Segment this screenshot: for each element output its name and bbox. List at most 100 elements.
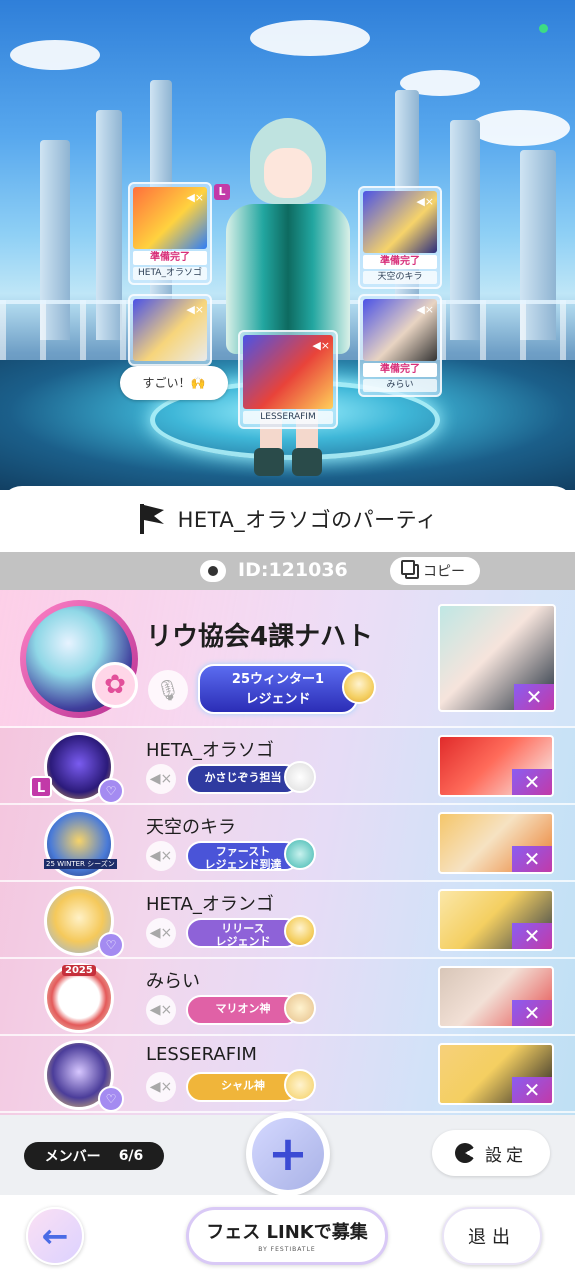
x-rank-icon: ✕: [512, 923, 552, 949]
character-thumbnail[interactable]: ✕: [438, 889, 554, 951]
cloud: [470, 110, 570, 146]
title-plate-character: [284, 761, 316, 793]
character-thumbnail[interactable]: ✕: [438, 966, 554, 1028]
member-list: ✿ リウ協会4課ナハト 🎙 25ウィンター1 レジェンド ✕ L ♡ HETA_…: [0, 590, 575, 1115]
invite-add-button[interactable]: +: [246, 1112, 330, 1196]
member-row[interactable]: L ♡ HETA_オラソゴ ◀× かさじぞう担当 ✕: [0, 728, 575, 805]
friend-heart-icon: ♡: [98, 1086, 124, 1112]
x-rank-icon: ✕: [512, 1000, 552, 1026]
player-card-heta-orango[interactable]: ◀×: [128, 294, 212, 366]
avatar-face: [264, 148, 312, 198]
character-thumbnail[interactable]: ✕: [438, 735, 554, 797]
title-plate-line: ファースト: [215, 845, 271, 858]
speaker-muted-icon[interactable]: ◀×: [146, 841, 176, 871]
bottom-bar: ← フェス LINKで募集 BY FESTIBATLE 退出: [0, 1195, 575, 1280]
title-plate-character: [284, 915, 316, 947]
member-count-badge: メンバー 6/6: [24, 1142, 164, 1170]
title-plate[interactable]: ファースト レジェンド到達: [186, 841, 300, 871]
title-plate-line: 25ウィンター1: [231, 672, 325, 687]
sakura-badge-icon: ✿: [92, 662, 138, 708]
settings-label: 設定: [485, 1145, 527, 1166]
member-name: HETA_オラソゴ: [146, 740, 274, 761]
member-row[interactable]: 25 WINTER シーズン 天空のキラ ◀× ファースト レジェンド到達 ✕: [0, 805, 575, 882]
member-name: みらい: [146, 971, 200, 992]
fes-link-recruit-button[interactable]: フェス LINKで募集 BY FESTIBATLE: [186, 1207, 388, 1265]
player-card-tenku-no-kira[interactable]: ◀× 準備完了 天空のキラ: [358, 186, 442, 289]
leader-badge: L: [214, 184, 230, 200]
leader-badge: L: [30, 776, 52, 798]
member-name: HETA_オランゴ: [146, 894, 274, 915]
speaker-muted-icon: ◀×: [416, 303, 434, 316]
title-plate-character: [284, 1069, 316, 1101]
title-plate-character: [342, 670, 376, 704]
ready-status: 準備完了: [363, 363, 437, 377]
player-portrait: ◀×: [363, 191, 437, 253]
speaker-muted-icon[interactable]: ◀×: [146, 764, 176, 794]
party-header: HETA_オラソゴのパーティ: [0, 486, 575, 552]
player-portrait: ◀×: [133, 187, 207, 249]
player-name: みらい: [363, 379, 437, 392]
title-plate[interactable]: シャル神: [186, 1072, 300, 1102]
player-card-mirai[interactable]: ◀× 準備完了 みらい: [358, 294, 442, 397]
member-row-host[interactable]: ✿ リウ協会4課ナハト 🎙 25ウィンター1 レジェンド ✕: [0, 590, 575, 728]
party-id: ID:121036: [238, 559, 348, 581]
x-rank-icon: ✕: [512, 846, 552, 872]
player-portrait: ◀×: [133, 299, 207, 361]
character-thumbnail[interactable]: ✕: [438, 812, 554, 874]
player-card-lesserafim[interactable]: ◀× LESSERAFIM: [238, 330, 338, 429]
member-count-label: メンバー: [44, 1149, 101, 1165]
speaker-muted-icon[interactable]: ◀×: [146, 918, 176, 948]
title-plate-line: リリース: [221, 922, 265, 935]
player-name: 天空のキラ: [363, 271, 437, 284]
cloud: [10, 40, 100, 70]
speaker-muted-icon[interactable]: ◀×: [146, 995, 176, 1025]
x-rank-icon: ✕: [514, 684, 554, 710]
friend-heart-icon: ♡: [98, 932, 124, 958]
x-rank-icon: ✕: [512, 769, 552, 795]
speaker-muted-icon[interactable]: ◀×: [146, 1072, 176, 1102]
title-plate[interactable]: リリース レジェンド: [186, 918, 300, 948]
character-thumbnail[interactable]: ✕: [438, 604, 556, 712]
friend-heart-icon: ♡: [98, 778, 124, 804]
avatar-boot: [254, 448, 284, 476]
member-row[interactable]: ♡ HETA_オランゴ ◀× リリース レジェンド ✕: [0, 882, 575, 959]
title-plate[interactable]: マリオン神: [186, 995, 300, 1025]
member-name: LESSERAFIM: [146, 1044, 257, 1065]
player-portrait: ◀×: [243, 335, 333, 409]
speaker-muted-icon: ◀×: [416, 195, 434, 208]
avatar-boot: [292, 448, 322, 476]
member-row[interactable]: 2025 みらい ◀× マリオン神 ✕: [0, 959, 575, 1036]
ready-status: 準備完了: [133, 251, 207, 265]
member-name: 天空のキラ: [146, 817, 236, 838]
exit-button[interactable]: 退出: [442, 1207, 542, 1265]
title-plate-line: レジェンド到達: [204, 858, 282, 871]
member-row[interactable]: ♡ LESSERAFIM ◀× シャル神 ✕: [0, 1036, 575, 1113]
copy-button[interactable]: コピー: [390, 557, 480, 585]
arrow-left-icon: ←: [41, 1217, 69, 1255]
party-flag-icon: [139, 504, 164, 534]
title-plate[interactable]: 25ウィンター1 レジェンド: [198, 664, 358, 714]
eye-icon[interactable]: [200, 560, 226, 582]
speaker-muted-icon: ◀×: [186, 303, 204, 316]
title-plate[interactable]: かさじぞう担当: [186, 764, 300, 794]
x-rank-icon: ✕: [512, 1077, 552, 1103]
title-plate-character: [284, 838, 316, 870]
back-button[interactable]: ←: [26, 1207, 84, 1265]
copy-label: コピー: [423, 564, 465, 580]
title-plate-character: [284, 992, 316, 1024]
player-portrait: ◀×: [363, 299, 437, 361]
player-name: LESSERAFIM: [243, 411, 333, 424]
mic-off-icon[interactable]: 🎙: [148, 670, 188, 710]
ready-status: 準備完了: [363, 255, 437, 269]
member-count-value: 6/6: [118, 1148, 144, 1164]
character-thumbnail[interactable]: ✕: [438, 1043, 554, 1105]
season-badge-text: 25 WINTER シーズン: [44, 859, 117, 869]
plus-icon: +: [252, 1118, 324, 1190]
player-card-heta-orasogo[interactable]: ◀× 準備完了 HETA_オラソゴ: [128, 182, 212, 285]
speaker-muted-icon: ◀×: [186, 191, 204, 204]
title-plate-line: レジェンド: [245, 692, 311, 707]
lobby-scene: ◀× 準備完了 HETA_オラソゴ L ◀× 準備完了 天空のキラ ◀× ◀× …: [0, 0, 575, 490]
year-badge-text: 2025: [62, 965, 96, 976]
settings-button[interactable]: 設定: [432, 1130, 550, 1176]
connection-status-dot: [539, 24, 548, 33]
